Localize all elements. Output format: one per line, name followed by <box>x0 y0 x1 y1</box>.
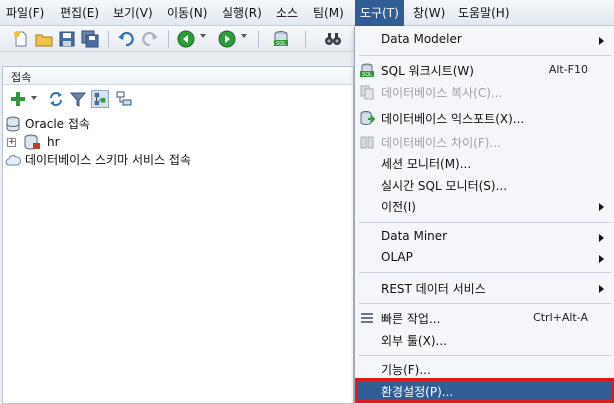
menu-item-label: OLAP <box>381 250 413 264</box>
menu-item-data-modeler[interactable]: Data Modeler <box>355 29 614 51</box>
schema-browser-icon[interactable] <box>91 90 109 108</box>
menu-separator <box>359 222 611 223</box>
toolbar-separator <box>305 30 306 48</box>
menu-item-label: Data Miner <box>381 229 448 243</box>
tree-node-label: hr <box>47 135 60 149</box>
menu-item-migration[interactable]: 이전(I) <box>355 195 614 217</box>
menu-item-external-tools[interactable]: 외부 툴(X)... <box>355 329 614 351</box>
forward-icon[interactable] <box>218 30 236 48</box>
menu-item-label: SQL 워크시트(W) <box>381 64 474 78</box>
menu-item-features[interactable]: 기능(F)... <box>355 358 614 380</box>
tree-node-label: 데이터베이스 스키마 서비스 접속 <box>25 153 192 167</box>
cloud-icon <box>5 155 21 166</box>
menu-item-database-diff: 데이터베이스 차이(F)... <box>355 131 614 153</box>
open-icon[interactable] <box>35 30 53 48</box>
add-connection-icon[interactable] <box>9 90 27 108</box>
menu-item-quick-action[interactable]: 빠른 작업... Ctrl+Alt-A <box>355 307 614 329</box>
menu-item-label: 세션 모니터(M)... <box>381 157 472 171</box>
filter-icon[interactable] <box>69 90 87 108</box>
toolbar-separator <box>258 30 259 48</box>
back-icon[interactable] <box>177 30 195 48</box>
save-all-icon[interactable] <box>81 30 99 48</box>
tree-node-hr[interactable]: + hr <box>7 133 87 151</box>
submenu-arrow-icon <box>599 234 604 242</box>
menu-source[interactable]: 소스 <box>276 0 298 26</box>
toolbar-separator <box>108 30 109 48</box>
connections-panel: 접속 Oracle 접속 + hr 데이터베이스 스키마 서비스 접속 <box>2 66 354 404</box>
copy-db-icon <box>360 85 374 100</box>
menu-item-shortcut: Ctrl+Alt-A <box>533 311 588 324</box>
forward-dropdown-icon[interactable] <box>241 34 247 38</box>
connections-tab[interactable]: 접속 <box>3 67 353 85</box>
menu-item-database-copy: 데이터베이스 복사(C)... <box>355 81 614 103</box>
menu-item-label: 외부 툴(X)... <box>381 334 447 348</box>
menu-item-label: 데이터베이스 복사(C)... <box>381 86 503 100</box>
submenu-arrow-icon <box>599 255 604 263</box>
menu-item-preferences[interactable]: 환경설정(P)... <box>355 378 614 403</box>
menu-item-database-export[interactable]: 데이터베이스 익스포트(X)... <box>355 107 614 129</box>
submenu-arrow-icon <box>599 285 604 293</box>
menu-file[interactable]: 파일(F) <box>6 0 44 26</box>
menu-item-label: 데이터베이스 익스포트(X)... <box>381 112 525 126</box>
toolbar-separator <box>168 30 169 48</box>
binoculars-icon[interactable] <box>324 30 342 48</box>
submenu-arrow-icon <box>599 203 604 211</box>
menu-separator <box>359 55 611 56</box>
menu-separator <box>359 303 611 304</box>
database-icon <box>6 116 20 132</box>
submenu-arrow-icon <box>599 37 604 45</box>
save-icon[interactable] <box>58 30 76 48</box>
export-db-icon <box>360 111 375 126</box>
sql-icon[interactable]: SQL <box>272 30 290 48</box>
connections-tab-label: 접속 <box>11 71 32 84</box>
menu-team[interactable]: 팀(M) <box>313 0 344 26</box>
back-dropdown-icon[interactable] <box>200 34 206 38</box>
menu-item-olap[interactable]: OLAP <box>355 247 614 269</box>
menu-item-label: 이전(I) <box>381 200 416 214</box>
add-connection-dropdown-icon[interactable] <box>31 96 37 100</box>
menu-help[interactable]: 도움말(H) <box>458 0 510 26</box>
menu-item-label: 빠른 작업... <box>381 312 441 326</box>
expand-icon[interactable]: + <box>7 138 16 147</box>
menu-bar: 파일(F) 편집(E) 보기(V) 이동(N) 실행(R) 소스 팀(M) 도구… <box>0 0 614 26</box>
svg-text:SQL: SQL <box>276 41 286 47</box>
tree-icon[interactable] <box>115 90 133 108</box>
connections-toolbar <box>3 86 353 112</box>
tools-menu: Data Modeler SQL SQL 워크시트(W) Alt-F10 데이터… <box>354 26 614 404</box>
svg-text:SQL: SQL <box>362 72 372 78</box>
redo-icon[interactable] <box>141 30 159 48</box>
menu-separator <box>359 272 611 273</box>
undo-icon[interactable] <box>117 30 135 48</box>
diff-db-icon <box>360 136 374 149</box>
connection-icon <box>24 134 40 150</box>
menu-edit[interactable]: 편집(E) <box>60 0 99 26</box>
menu-item-realtime-sql-monitor[interactable]: 실시간 SQL 모니터(S)... <box>355 174 614 196</box>
new-icon[interactable] <box>12 30 30 48</box>
menu-window[interactable]: 창(W) <box>413 0 445 26</box>
tree-node-label: Oracle 접속 <box>25 117 90 131</box>
menu-item-label: 기능(F)... <box>381 363 431 377</box>
menu-item-label: REST 데이터 서비스 <box>381 282 486 296</box>
menu-separator <box>359 355 611 356</box>
menu-item-label: 데이터베이스 차이(F)... <box>381 136 501 150</box>
menu-item-label: 환경설정(P)... <box>381 385 454 399</box>
menu-run[interactable]: 실행(R) <box>222 0 262 26</box>
menu-tools[interactable]: 도구(T) <box>355 0 404 26</box>
quick-action-icon <box>361 313 373 323</box>
menu-item-label: 실시간 SQL 모니터(S)... <box>381 179 508 193</box>
menu-item-sql-worksheet[interactable]: SQL SQL 워크시트(W) Alt-F10 <box>355 59 614 81</box>
menu-navigate[interactable]: 이동(N) <box>167 0 207 26</box>
menu-item-label: Data Modeler <box>381 32 462 46</box>
menu-item-session-monitor[interactable]: 세션 모니터(M)... <box>355 152 614 174</box>
menu-item-shortcut: Alt-F10 <box>548 63 588 76</box>
menu-view[interactable]: 보기(V) <box>113 0 153 26</box>
sql-worksheet-icon: SQL <box>360 63 374 78</box>
refresh-icon[interactable] <box>47 90 65 108</box>
menu-item-rest-data-services[interactable]: REST 데이터 서비스 <box>355 277 614 299</box>
menu-item-data-miner[interactable]: Data Miner <box>355 226 614 248</box>
